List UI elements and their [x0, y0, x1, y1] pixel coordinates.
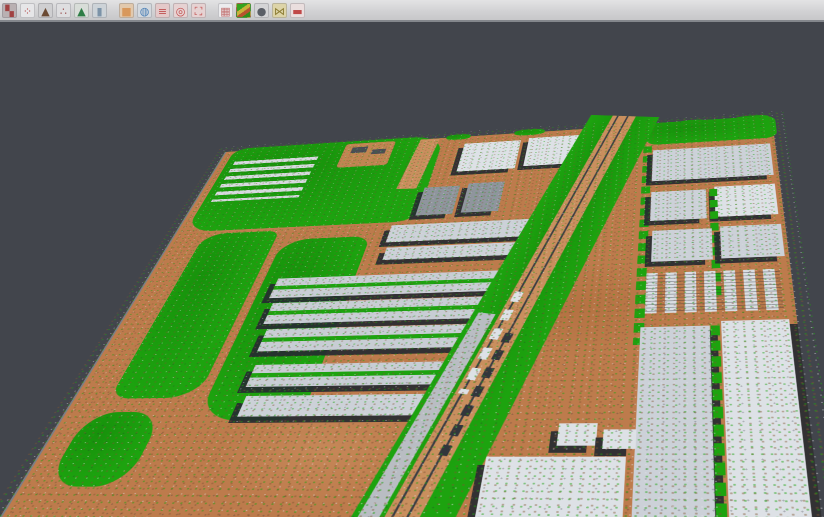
- tool-edit-icon[interactable]: ▚: [2, 3, 17, 18]
- tool-terrain-green-icon[interactable]: ▲: [74, 3, 89, 18]
- tool-classification-icon[interactable]: [236, 3, 251, 18]
- tool-cross-table-icon[interactable]: ⋈: [272, 3, 287, 18]
- viewport-3d[interactable]: [0, 22, 824, 517]
- tool-points-small-icon[interactable]: ∴: [56, 3, 71, 18]
- point-noise: [0, 111, 824, 517]
- tool-checker-red-icon[interactable]: ▦: [218, 3, 233, 18]
- terrain-point-cloud: [0, 117, 822, 517]
- tool-column-icon[interactable]: ▮: [92, 3, 107, 18]
- tool-target-icon[interactable]: ◎: [173, 3, 188, 18]
- tool-sphere-icon[interactable]: ●: [254, 3, 269, 18]
- toolbar-group: ■◍≡◎⛶: [119, 3, 206, 18]
- toolbar-group: ▚⁘▲∴▲▮: [2, 3, 107, 18]
- toolbar-group: ▦ ●⋈▬: [218, 3, 305, 18]
- toolbar: ▚⁘▲∴▲▮■◍≡◎⛶▦●⋈▬: [0, 0, 824, 22]
- tool-selection-icon[interactable]: ⛶: [191, 3, 206, 18]
- tool-colored-points-icon[interactable]: ⁘: [20, 3, 35, 18]
- tool-terrain-brown-icon[interactable]: ▲: [38, 3, 53, 18]
- tool-ortho-square-icon[interactable]: ■: [119, 3, 134, 18]
- tool-globe-icon[interactable]: ◍: [137, 3, 152, 18]
- tool-layers-red-icon[interactable]: ▬: [290, 3, 305, 18]
- tool-list-red-icon[interactable]: ≡: [155, 3, 170, 18]
